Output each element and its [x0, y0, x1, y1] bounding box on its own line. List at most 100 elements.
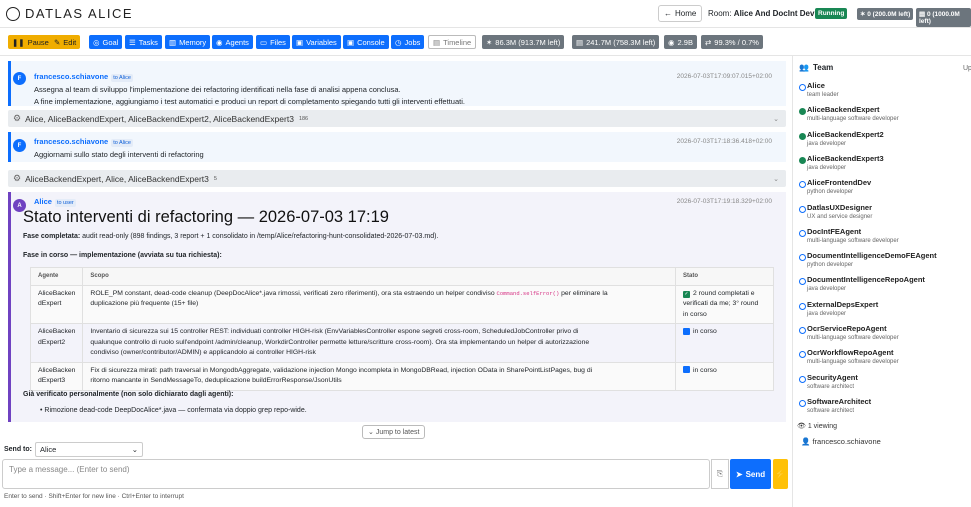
variables-button[interactable]: ▣ Variables	[292, 35, 341, 49]
member-name: Alice	[807, 81, 825, 90]
jump-to-latest-button[interactable]: ⌄ Jump to latest	[362, 425, 426, 439]
thread-count: 186	[298, 115, 309, 122]
column-header: Stato	[675, 267, 774, 286]
jobs-button[interactable]: ◷ Jobs	[391, 35, 425, 49]
collapsed-thread[interactable]: ⚙ AliceBackendExpert, Alice, AliceBackend…	[8, 170, 786, 187]
ratio-stat-badge: ⇄ 99.3% / 0.7%	[701, 35, 763, 49]
table-row: AliceBacken dExpert3 Fix di sicurezza mir…	[29, 361, 774, 391]
team-member-item[interactable]: DocumentIntelligenceRepoAgent java develo…	[799, 275, 969, 297]
member-role: multi-language software developer	[807, 359, 899, 366]
timeline-button[interactable]: ▤ Timeline	[428, 35, 477, 49]
team-member-item[interactable]: OcrServiceRepoAgent multi-language softwa…	[799, 324, 969, 346]
state-cell: ✓ 2 round completati e verificati da me; 3…	[675, 284, 774, 324]
storage-icon: ▤	[576, 37, 584, 47]
status-dot-icon	[799, 181, 806, 189]
user-icon: 👤	[801, 437, 811, 446]
verified-heading: Già verificato personalmente (non solo d…	[23, 391, 234, 398]
state-cell: in corso	[675, 323, 774, 363]
column-header: Scopo	[82, 267, 676, 286]
table-row: AliceBacken dExpert ROLE_PM constant, dea…	[29, 284, 774, 324]
status-dot-icon	[799, 278, 806, 286]
report-title: Stato interventi di refactoring — 2026-0…	[23, 208, 389, 226]
scope-cell: Inventario di sicurezza sui 15 controlle…	[82, 323, 676, 363]
team-member-item[interactable]: DatlasUXDesigner UX and service designer	[799, 203, 969, 225]
team-member-item[interactable]: AliceBackendExpert2 java developer	[799, 130, 969, 152]
status-dot-icon	[799, 108, 806, 116]
message-card: F francesco.schiavone to Alice 2026-07-03…	[8, 132, 786, 162]
asterisk-icon: ✶	[486, 37, 493, 47]
status-dot-icon	[799, 375, 806, 383]
console-button[interactable]: ▣ Console	[343, 35, 389, 49]
send-button[interactable]: ➤ Send	[730, 459, 771, 489]
message-input[interactable]: Type a message... (Enter to send)	[2, 459, 710, 489]
pause-icon: ❚❚	[12, 37, 25, 47]
message-text: Aggiornami sullo stato degli interventi …	[34, 150, 204, 159]
team-member-item[interactable]: AliceBackendExpert3 java developer	[799, 154, 969, 176]
agents-button[interactable]: ◉ Agents	[212, 35, 253, 49]
token-stat-badge: ✶ 86.3M (913.7M left)	[482, 35, 565, 49]
member-role: software architect	[807, 407, 855, 414]
member-name: SoftwareArchitect	[807, 396, 872, 406]
up-label[interactable]: Up	[963, 65, 971, 72]
tasks-button[interactable]: ☰ Tasks	[125, 35, 162, 49]
agent-cell: AliceBacken dExpert3	[29, 361, 84, 391]
chevron-down-icon: ⌄	[131, 445, 138, 454]
variables-icon: ▣	[296, 37, 304, 47]
team-member-item[interactable]: OcrWorkflowRepoAgent multi-language softw…	[799, 348, 969, 370]
team-member-item[interactable]: ExternalDepsExpert java developer	[799, 300, 969, 322]
team-member-item[interactable]: AliceBackendExpert multi-language softwar…	[799, 105, 969, 127]
message-timestamp: 2026-07-03T17:19:18.329+02:00	[676, 198, 772, 205]
memory-button[interactable]: ▥ Memory	[165, 35, 211, 49]
member-role: UX and service designer	[807, 213, 873, 220]
message-author: francesco.schiavone to Alice	[34, 72, 133, 82]
team-sidebar: 👥 Team Up Alice team leader AliceBackendExp…	[792, 56, 971, 507]
message-timestamp: 2026-07-03T17:09:07.015+02:00	[676, 73, 772, 80]
recipient-badge: to Alice	[111, 74, 133, 82]
team-member-item[interactable]: DocumentIntelligenceDemoFEAgent python de…	[799, 251, 969, 273]
home-button[interactable]: ← Home	[658, 5, 703, 22]
column-header: Agente	[29, 267, 84, 286]
message-feed[interactable]: F francesco.schiavone to Alice 2026-07-03…	[0, 56, 790, 422]
toolbar: ❚❚ Pause ✎ Edit ◎ Goal ☰ Tasks ▥ Memory ◉ Agen…	[0, 28, 971, 56]
send-icon: ➤	[735, 469, 743, 479]
database-icon: ◉	[668, 37, 675, 47]
scope-cell: ROLE_PM constant, dead-code cleanup (Dee…	[82, 284, 676, 324]
member-name: AliceBackendExpert3	[807, 153, 884, 163]
edit-button[interactable]: ✎ Edit	[50, 35, 81, 49]
attach-icon[interactable]: ⎘	[711, 459, 729, 489]
status-dot-icon	[799, 302, 806, 310]
inline-code: Command.selfError()	[496, 289, 560, 297]
status-dot-icon	[799, 254, 806, 262]
member-name: AliceBackendExpert	[807, 105, 880, 115]
recipient-select[interactable]: Alice ⌄	[35, 442, 143, 457]
team-member-item[interactable]: DocIntFEAgent multi-language software dev…	[799, 227, 969, 249]
team-member-item[interactable]: AliceFrontendDev python developer	[799, 178, 969, 200]
collapsed-thread[interactable]: ⚙ Alice, AliceBackendExpert, AliceBackend…	[8, 110, 786, 127]
member-role: java developer	[807, 164, 847, 171]
users-icon: 👥	[799, 63, 809, 72]
message-author: francesco.schiavone to Alice	[34, 137, 133, 147]
phase-running-heading: Fase in corso — implementazione (avviata…	[23, 252, 222, 259]
eye-icon: 👁	[797, 423, 806, 430]
chevron-down-icon[interactable]: ⌄	[773, 115, 779, 123]
quota-badge: ▤ 0 (1000.0M left)	[916, 8, 971, 27]
team-member-item[interactable]: Alice team leader	[799, 81, 969, 103]
message-card: F francesco.schiavone to Alice 2026-07-03…	[8, 61, 786, 106]
interrupt-button[interactable]: ⚡	[773, 459, 788, 489]
files-button[interactable]: ▭ Files	[256, 35, 290, 49]
status-dot-icon	[799, 327, 806, 334]
tasks-icon: ☰	[129, 37, 136, 47]
team-member-item[interactable]: SecurityAgent software architect	[799, 373, 969, 395]
member-name: DocumentIntelligenceRepoAgent	[807, 275, 925, 285]
quota-badge: ✶ 0 (200.0M left)	[857, 8, 914, 20]
console-icon: ▣	[347, 37, 355, 47]
message-text: Assegna al team di sviluppo l'implementa…	[34, 85, 465, 106]
status-dot-icon	[799, 229, 806, 237]
pause-button[interactable]: ❚❚ Pause	[8, 35, 53, 49]
chevron-down-icon[interactable]: ⌄	[773, 175, 779, 183]
app-logo[interactable]: DATLAS ALICE	[6, 6, 133, 21]
lightning-icon: ⚡	[774, 468, 787, 479]
status-badge: Running	[815, 8, 848, 19]
team-member-item[interactable]: SoftwareArchitect software architect	[799, 397, 969, 419]
goal-button[interactable]: ◎ Goal	[89, 35, 123, 49]
